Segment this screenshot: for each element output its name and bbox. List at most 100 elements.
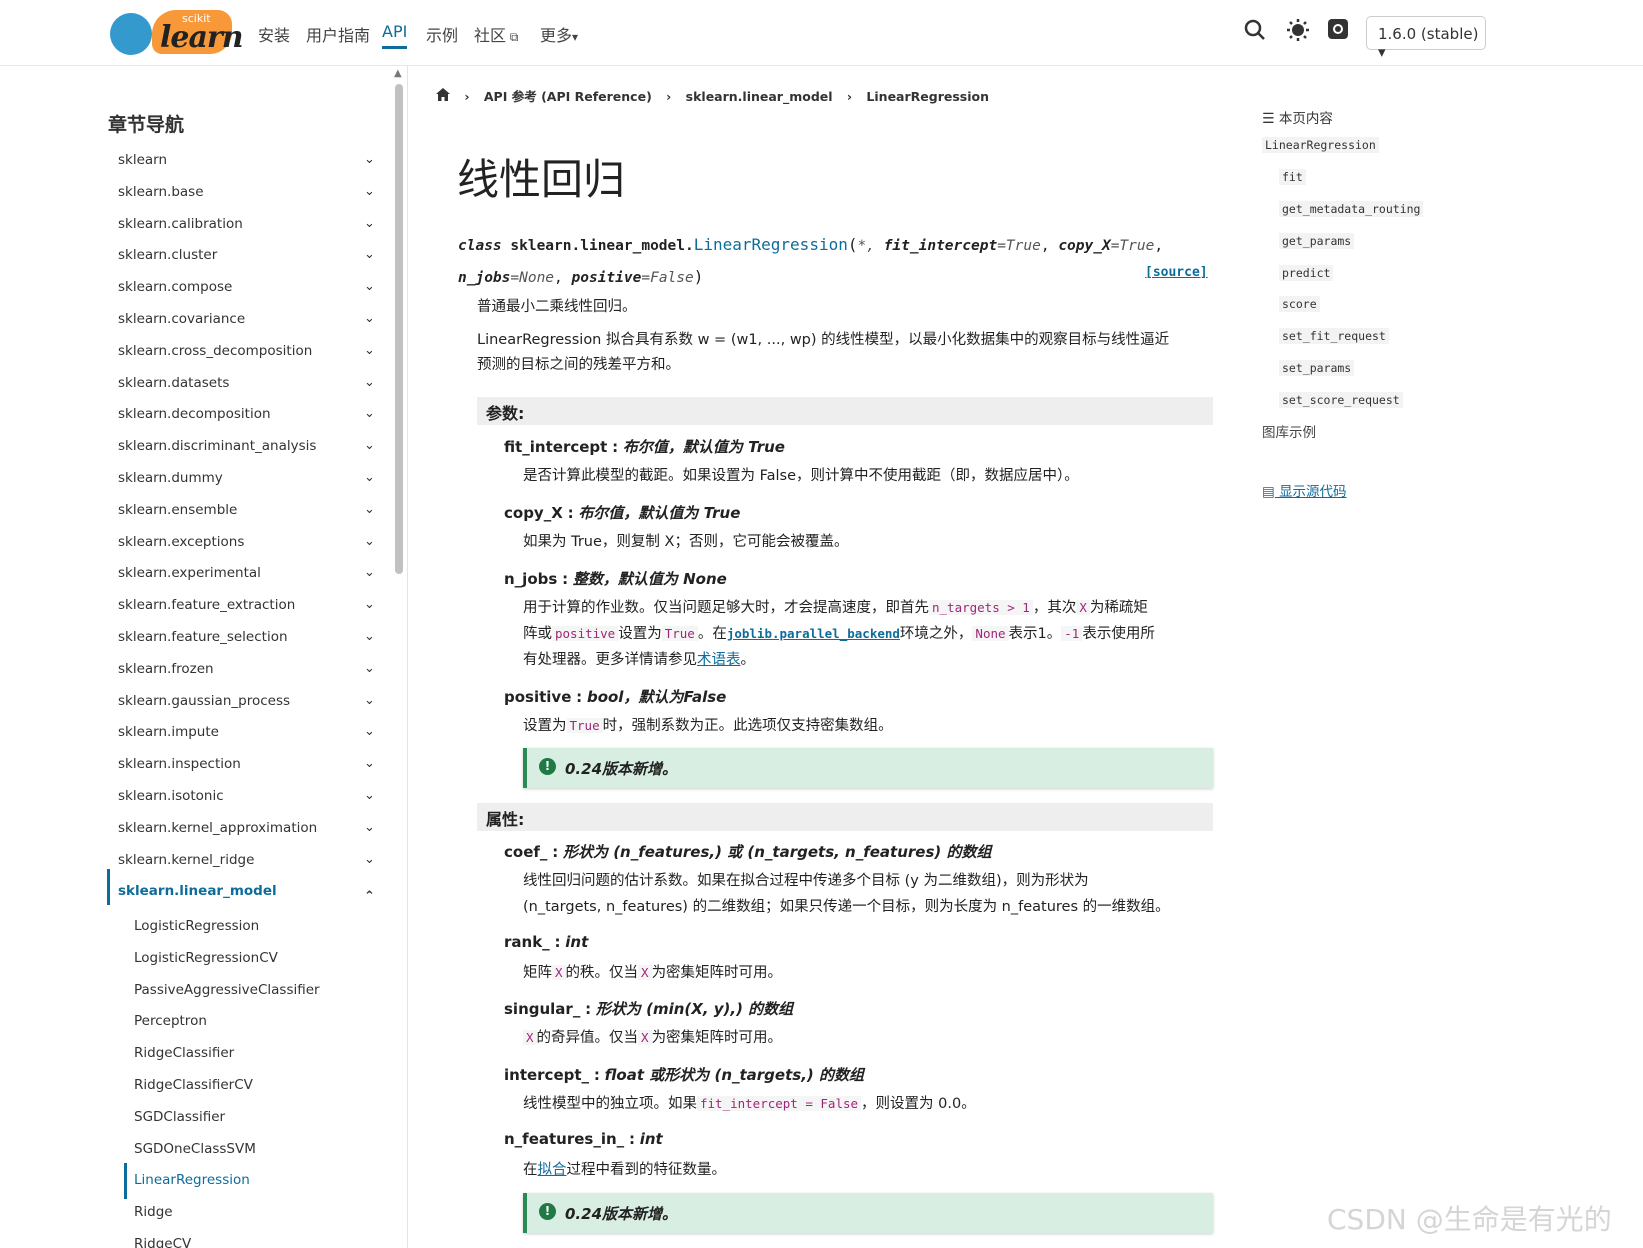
chevron-down-icon[interactable]: ⌄ [364,337,375,365]
chevron-down-icon[interactable]: ⌄ [364,432,375,460]
nav-community[interactable]: 社区 ⧉ [474,22,518,46]
sidebar-item-sklearn-frozen[interactable]: sklearn.frozen ⌄ [118,655,378,683]
chevron-down-icon[interactable]: ⌄ [364,241,375,269]
chevron-down-icon[interactable]: ⌄ [364,210,375,238]
chevron-down-icon[interactable]: ⌄ [364,369,375,397]
chevron-down-icon[interactable]: ⌄ [364,528,375,556]
search-icon[interactable] [1243,18,1267,48]
fit-glossary-link[interactable]: 拟合 [538,1162,567,1178]
chevron-down-icon[interactable]: ⌄ [364,305,375,333]
sidebar-subitem-sgdoneclasssvm[interactable]: SGDOneClassSVM [134,1135,256,1163]
sidebar-item-sklearn-dummy[interactable]: sklearn.dummy ⌄ [118,464,378,492]
sidebar-subitem-logisticregressioncv[interactable]: LogisticRegressionCV [134,944,278,972]
breadcrumb-linear-model[interactable]: sklearn.linear_model [686,89,833,104]
sidebar-item-sklearn-kernel-approximation[interactable]: sklearn.kernel_approximation ⌄ [118,814,378,842]
sidebar-scrollbar[interactable] [395,84,403,574]
toc-item-set-fit-request[interactable]: set_fit_request [1279,328,1389,344]
nav-api[interactable]: API [382,22,408,49]
show-source-link[interactable]: ▤ 显示源代码 [1262,480,1347,500]
chevron-down-icon[interactable]: ⌄ [364,655,375,683]
theme-toggle-icon[interactable] [1286,18,1310,48]
breadcrumb-api-reference[interactable]: API 参考 (API Reference) [484,89,652,104]
toc-item-predict[interactable]: predict [1279,265,1334,281]
sidebar-subitem-ridgecv[interactable]: RidgeCV [134,1230,191,1248]
toc-item-set-score-request[interactable]: set_score_request [1279,392,1403,408]
chevron-down-icon[interactable]: ⌄ [364,273,375,301]
sidebar-item-sklearn-covariance[interactable]: sklearn.covariance ⌄ [118,305,378,333]
sidebar-item-sklearn-linear-model[interactable]: sklearn.linear_model ⌃ [118,877,378,905]
param-positive: positive : bool，默认为False [504,688,727,706]
sidebar-item-sklearn-isotonic[interactable]: sklearn.isotonic ⌄ [118,782,378,810]
sidebar-item-sklearn-cluster[interactable]: sklearn.cluster ⌄ [118,241,378,269]
chevron-down-icon[interactable]: ⌄ [364,591,375,619]
sidebar-subitem-sgdclassifier[interactable]: SGDClassifier [134,1103,225,1131]
sidebar-item-sklearn[interactable]: sklearn ⌄ [118,146,378,174]
chevron-up-icon[interactable]: ⌃ [364,883,375,911]
toc-item-get-metadata-routing[interactable]: get_metadata_routing [1279,201,1424,217]
sidebar-item-sklearn-datasets[interactable]: sklearn.datasets ⌄ [118,369,378,397]
toc-item-get-params[interactable]: get_params [1279,233,1355,249]
chevron-down-icon[interactable]: ⌄ [364,146,375,174]
sidebar-item-sklearn-experimental[interactable]: sklearn.experimental ⌄ [118,559,378,587]
sidebar-item-sklearn-gaussian-process[interactable]: sklearn.gaussian_process ⌄ [118,687,378,715]
chevron-down-icon[interactable]: ⌄ [364,400,375,428]
sidebar-item-sklearn-feature-extraction[interactable]: sklearn.feature_extraction ⌄ [118,591,378,619]
sidebar-item-sklearn-feature-selection[interactable]: sklearn.feature_selection ⌄ [118,623,378,651]
toc-item-linearregression[interactable]: LinearRegression [1262,137,1379,153]
sidebar-sub-active-indicator [124,1163,127,1199]
home-icon[interactable] [436,88,454,104]
scroll-up-arrow-icon[interactable]: ▲ [394,68,402,79]
sidebar-item-label: sklearn [118,152,168,168]
chevron-down-icon[interactable]: ⌄ [364,718,375,746]
chevron-down-icon[interactable]: ⌄ [364,814,375,842]
sidebar-item-sklearn-compose[interactable]: sklearn.compose ⌄ [118,273,378,301]
glossary-link[interactable]: 术语表 [697,652,741,668]
sidebar-subitem-passiveaggressiveclassifier[interactable]: PassiveAggressiveClassifier [134,976,320,1004]
chevron-down-icon[interactable]: ⌄ [364,782,375,810]
scikit-learn-logo[interactable]: scikit learn [108,8,244,58]
chevron-down-icon[interactable]: ⌄ [364,623,375,651]
sidebar-subitem-linearregression[interactable]: LinearRegression [134,1166,250,1194]
sidebar-item-sklearn-inspection[interactable]: sklearn.inspection ⌄ [118,750,378,778]
sidebar-item-sklearn-decomposition[interactable]: sklearn.decomposition ⌄ [118,400,378,428]
sidebar-subitem-perceptron[interactable]: Perceptron [134,1007,207,1035]
source-link[interactable]: [source] [1145,265,1208,280]
chevron-down-icon[interactable]: ⌄ [364,846,375,874]
toc-item-score[interactable]: score [1279,296,1320,312]
sidebar-subitem-ridgeclassifier[interactable]: RidgeClassifier [134,1039,234,1067]
sidebar-item-sklearn-ensemble[interactable]: sklearn.ensemble ⌄ [118,496,378,524]
nav-examples[interactable]: 示例 [426,22,458,46]
sidebar-item-sklearn-exceptions[interactable]: sklearn.exceptions ⌄ [118,528,378,556]
sidebar-item-sklearn-cross-decomposition[interactable]: sklearn.cross_decomposition ⌄ [118,337,378,365]
toc-gallery-examples[interactable]: 图库示例 [1262,421,1316,441]
toc-item-set-params[interactable]: set_params [1279,360,1355,376]
chevron-down-icon[interactable]: ⌄ [364,559,375,587]
sidebar-subitem-ridge[interactable]: Ridge [134,1198,173,1226]
sidebar-item-sklearn-impute[interactable]: sklearn.impute ⌄ [118,718,378,746]
nav-user-guide[interactable]: 用户指南 [306,22,370,46]
chevron-down-icon[interactable]: ⌄ [364,687,375,715]
inline-code: X [638,965,652,980]
sidebar-item-sklearn-discriminant-analysis[interactable]: sklearn.discriminant_analysis ⌄ [118,432,378,460]
chevron-down-icon[interactable]: ⌄ [364,496,375,524]
joblib-parallel-backend-link[interactable]: joblib.parallel_backend [727,626,900,641]
param-fit-intercept-desc: 是否计算此模型的截距。如果设置为 False，则计算中不使用截距（即，数据应居中… [523,468,1079,484]
sidebar-item-sklearn-calibration[interactable]: sklearn.calibration ⌄ [118,210,378,238]
param-fit-intercept: fit_intercept : 布尔值，默认值为 True [504,438,785,456]
version-dropdown[interactable]: 1.6.0 (stable) ▾ [1366,16,1486,61]
github-icon[interactable] [1327,18,1349,46]
attr-name: n_features_in_ [504,1130,625,1148]
chevron-down-icon[interactable]: ⌄ [364,464,375,492]
toc-item-fit[interactable]: fit [1279,169,1306,185]
text: 为密集矩阵时可用。 [651,965,783,981]
sidebar-subitem-ridgeclassifiercv[interactable]: RidgeClassifierCV [134,1071,253,1099]
nav-install[interactable]: 安装 [258,22,290,46]
chevron-down-icon[interactable]: ⌄ [364,178,375,206]
sidebar-item-sklearn-kernel-ridge[interactable]: sklearn.kernel_ridge ⌄ [118,846,378,874]
sidebar-item-label: sklearn.ensemble [118,501,238,518]
sidebar-item-sklearn-base[interactable]: sklearn.base ⌄ [118,178,378,206]
nav-more[interactable]: 更多▾ [540,22,578,46]
chevron-down-icon[interactable]: ⌄ [364,750,375,778]
param-copy-x-desc: 如果为 True，则复制 X；否则，它可能会被覆盖。 [523,534,849,550]
sidebar-subitem-logisticregression[interactable]: LogisticRegression [134,912,259,940]
